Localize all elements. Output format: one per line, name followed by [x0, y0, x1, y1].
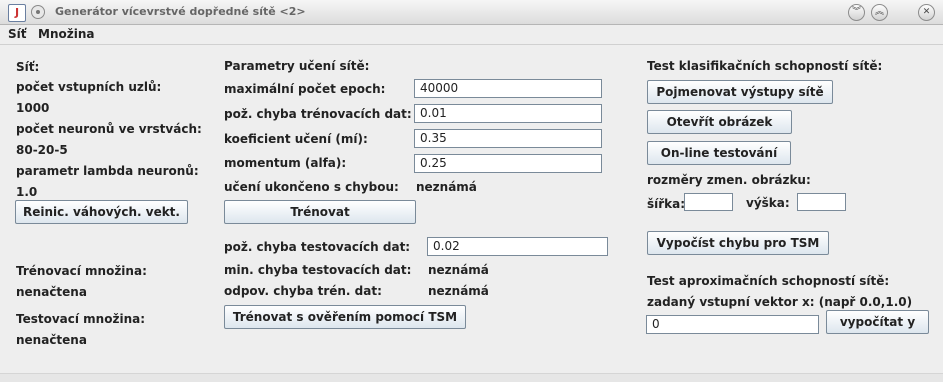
test-set-label: Testovací množina: — [16, 312, 146, 326]
test-error-input[interactable]: 0.02 — [427, 237, 608, 256]
test-set-status: nenačtena — [16, 333, 87, 347]
max-epochs-label: maximální počet epoch: — [224, 82, 386, 96]
image-height-input[interactable] — [797, 193, 846, 211]
train-button[interactable]: Trénovat — [224, 200, 416, 224]
reinit-weights-button[interactable]: Reinic. váhových. vekt. — [15, 200, 188, 224]
corr-train-error-value: neznámá — [428, 284, 489, 298]
momentum-label: momentum (alfa): — [224, 156, 347, 170]
finished-error-value: neznámá — [416, 180, 477, 194]
approximation-heading: Test aproximačních schopností sítě: — [647, 274, 890, 288]
minimize-icon[interactable]: ︾ — [848, 4, 865, 21]
learning-heading: Parametry učení sítě: — [224, 59, 370, 73]
image-width-input[interactable] — [684, 193, 733, 211]
compute-tsm-error-button[interactable]: Vypočíst chybu pro TSM — [647, 231, 829, 255]
height-label: výška: — [746, 196, 790, 210]
max-epochs-input[interactable]: 40000 — [414, 79, 602, 98]
input-vector-field[interactable]: 0 — [646, 315, 819, 334]
close-icon[interactable]: ✕ — [918, 4, 935, 21]
learning-rate-input[interactable]: 0.35 — [414, 129, 602, 148]
layer-neurons-label: počet neuronů ve vrstvách: — [16, 122, 202, 136]
input-nodes-label: počet vstupních uzlů: — [16, 80, 162, 94]
learning-rate-label: koeficient učení (mí): — [224, 132, 368, 146]
layer-neurons-value: 80-20-5 — [16, 143, 68, 157]
width-label: šířka: — [647, 197, 686, 211]
lambda-label: parametr lambda neuronů: — [16, 164, 199, 178]
input-vector-label: zadaný vstupní vektor x: (např 0.0,1.0) — [647, 295, 913, 309]
maximize-icon[interactable]: ︽ — [871, 4, 888, 21]
menu-bar — [0, 25, 943, 45]
java-app-icon: J — [8, 4, 26, 22]
corr-train-error-label: odpov. chyba trén. dat: — [224, 284, 382, 298]
train-error-label: pož. chyba trénovacích dat: — [224, 107, 412, 121]
open-image-button[interactable]: Otevřít obrázek — [647, 110, 792, 134]
online-test-button[interactable]: On-line testování — [647, 141, 791, 165]
menu-set[interactable]: Množina — [38, 27, 94, 41]
compute-y-button[interactable]: vypočítat y — [826, 310, 929, 334]
name-outputs-button[interactable]: Pojmenovat výstupy sítě — [647, 80, 833, 104]
train-tsm-button[interactable]: Trénovat s ověřením pomocí TSM — [224, 305, 466, 329]
network-heading: Síť: — [16, 60, 40, 74]
window-title: Generátor vícevrstvé dopředné sítě <2> — [55, 5, 306, 18]
window-menu-icon[interactable] — [31, 5, 45, 19]
finished-error-label: učení ukončeno s chybou: — [224, 180, 399, 194]
lambda-value: 1.0 — [16, 185, 38, 199]
min-test-error-label: min. chyba testovacích dat: — [224, 263, 412, 277]
train-error-input[interactable]: 0.01 — [414, 104, 602, 123]
training-set-status: nenačtena — [16, 285, 87, 299]
training-set-label: Trénovací množina: — [16, 264, 147, 278]
image-dims-label: rozměry zmen. obrázku: — [647, 173, 811, 187]
momentum-input[interactable]: 0.25 — [414, 154, 602, 173]
min-test-error-value: neznámá — [428, 263, 489, 277]
test-error-label: pož. chyba testovacích dat: — [224, 240, 411, 254]
menu-site[interactable]: Síť — [8, 27, 27, 41]
input-nodes-value: 1000 — [16, 101, 50, 115]
classification-heading: Test klasifikačních schopností sítě: — [647, 59, 883, 73]
